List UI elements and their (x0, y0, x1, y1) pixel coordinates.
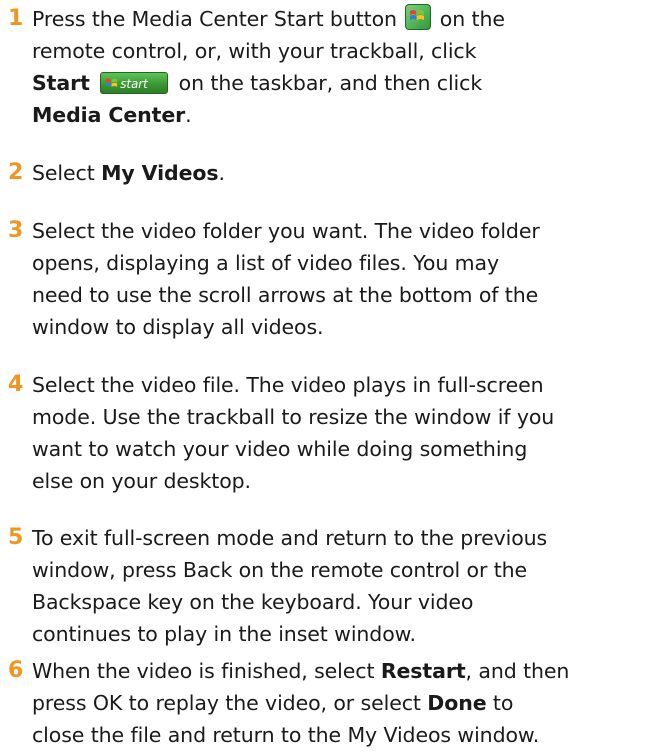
step-5: 5 To exit full-screen mode and return to… (8, 522, 638, 650)
step-line: Backspace key on the keyboard. Your vide… (32, 590, 474, 614)
start-label: Start (32, 71, 90, 95)
step-line: continues to play in the inset window. (32, 622, 416, 646)
step-2: 2 Select My Videos. (8, 157, 638, 189)
step-text: on the taskbar, and then click (178, 71, 483, 95)
step-line: close the file and return to the My Vide… (32, 723, 540, 747)
step-number: 1 (8, 6, 24, 31)
step-number: 2 (8, 160, 24, 185)
step-number: 4 (8, 372, 24, 397)
step-line: press OK to replay the video, or select … (8, 687, 638, 719)
step-number: 6 (8, 658, 24, 683)
step-line: need to use the scroll arrows at the bot… (32, 283, 539, 307)
step-line: Press the Media Center Start button on t… (8, 3, 638, 35)
step-text: on the (439, 7, 505, 31)
step-line: want to watch your video while doing som… (32, 437, 528, 461)
my-videos-label: My Videos (101, 161, 219, 185)
step-line: Media Center. (8, 99, 638, 131)
step-line: Start start on the taskbar, and then cli… (8, 67, 638, 99)
step-number: 5 (8, 525, 24, 550)
step-text: , and then (465, 659, 570, 683)
step-line: Select the video file. The video plays i… (32, 373, 544, 397)
step-line: remote control, or, with your trackball,… (32, 39, 477, 63)
media-center-label: Media Center (32, 103, 186, 127)
step-line: window, press Back on the remote control… (32, 558, 528, 582)
step-line: To exit full-screen mode and return to t… (32, 526, 548, 550)
windows-flag-icon (405, 4, 432, 30)
restart-label: Restart (380, 659, 466, 683)
step-3: 3 Select the video folder you want. The … (8, 215, 638, 343)
step-line: else on your desktop. (32, 469, 251, 493)
step-6: 6 When the video is finished, select Res… (8, 655, 638, 751)
step-line: mode. Use the trackball to resize the wi… (32, 405, 555, 429)
step-4: 4 Select the video file. The video plays… (8, 369, 638, 497)
step-number: 3 (8, 218, 24, 243)
step-line: Select My Videos. (8, 157, 638, 189)
step-line: opens, displaying a list of video files.… (32, 251, 500, 275)
step-text: to (492, 691, 514, 715)
step-text: When the video is finished, select (32, 659, 375, 683)
step-text: . (185, 103, 192, 127)
start-button-image: start (100, 72, 169, 94)
step-1: 1 Press the Media Center Start button on… (8, 3, 638, 131)
step-text: press OK to replay the video, or select (32, 691, 421, 715)
step-line: Select the video folder you want. The vi… (32, 219, 540, 243)
step-line: When the video is finished, select Resta… (8, 655, 638, 687)
step-text: Press the Media Center Start button (32, 7, 397, 31)
instructions-page: 1 Press the Media Center Start button on… (0, 0, 647, 752)
start-button-label: start (120, 77, 148, 91)
step-line: window to display all videos. (32, 315, 324, 339)
step-text: . (218, 161, 225, 185)
step-text: Select (32, 161, 95, 185)
done-label: Done (427, 691, 487, 715)
